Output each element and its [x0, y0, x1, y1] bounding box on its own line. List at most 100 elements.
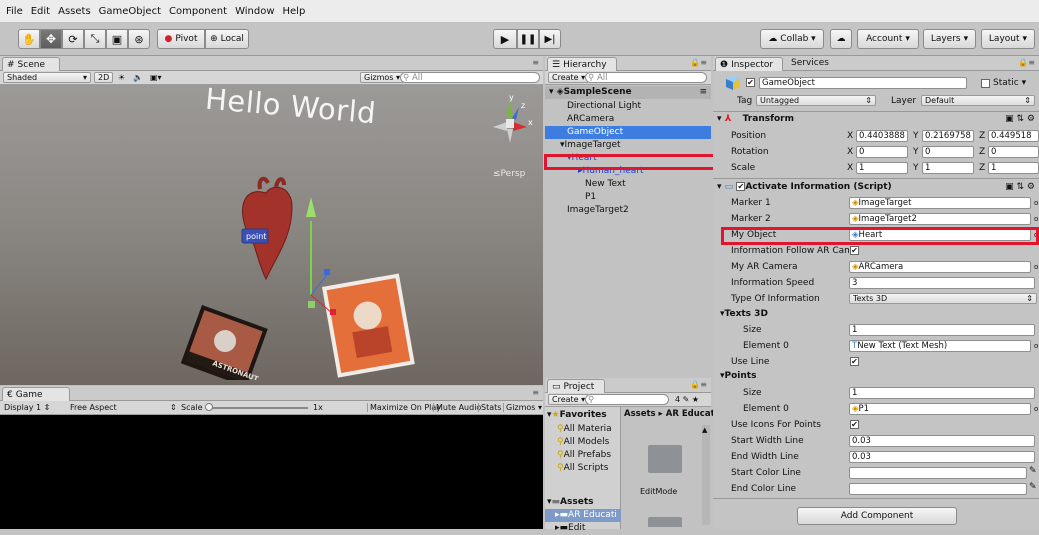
position-y-input[interactable]: 0.2169758 [922, 130, 974, 142]
object-picker-icon[interactable]: o [1034, 263, 1038, 271]
scale-slider-thumb[interactable] [205, 403, 213, 411]
menu-file[interactable]: File [6, 6, 23, 17]
rotate-tool-button[interactable]: ⟳ [62, 29, 84, 49]
layers-dropdown[interactable]: Layers ▾ [923, 29, 976, 49]
hierarchy-item[interactable]: ImageTarget2 [545, 204, 629, 217]
texts3d-header[interactable]: ▾Texts 3D [720, 309, 768, 319]
follow-camera-checkbox[interactable]: ✔ [850, 246, 859, 255]
image-effects-icon[interactable]: ▣▾ [150, 73, 162, 82]
project-scrollbar[interactable]: ▲ [702, 425, 710, 525]
scale-y-input[interactable]: 1 [922, 162, 974, 174]
scale-z-input[interactable]: 1 [988, 162, 1039, 174]
play-button[interactable]: ▶ [493, 29, 517, 49]
perspective-label[interactable]: ≤Persp [493, 169, 525, 179]
position-z-input[interactable]: 0.449518 [988, 130, 1039, 142]
tag-dropdown[interactable]: Untagged ⇕ [756, 95, 876, 106]
info-speed-input[interactable]: 3 [849, 277, 1035, 289]
tab-scene[interactable]: # Scene [2, 57, 60, 71]
points-element0-field[interactable]: ◈P1 [849, 403, 1031, 415]
project-search-input[interactable]: ⚲ [585, 394, 669, 405]
scale-x-input[interactable]: 1 [856, 162, 908, 174]
hierarchy-item[interactable]: Directional Light [545, 100, 641, 113]
menu-edit[interactable]: Edit [31, 6, 50, 17]
game-view[interactable] [0, 415, 543, 529]
tab-game[interactable]: € Game [2, 387, 70, 401]
transform-tool-button[interactable]: ⊛ [128, 29, 150, 49]
scene-orientation-gizmo[interactable]: y x z [485, 93, 535, 153]
account-dropdown[interactable]: Account ▾ [857, 29, 919, 49]
eyedropper-icon[interactable]: ✎ [1029, 466, 1037, 476]
menu-assets[interactable]: Assets [58, 6, 91, 17]
ar-camera-field[interactable]: ◈ARCamera [849, 261, 1031, 273]
favorite-item[interactable]: ⚲All Materia [545, 423, 612, 436]
hierarchy-create-dropdown[interactable]: Create ▾ [548, 72, 590, 83]
hierarchy-item-heart[interactable]: ▾Heart [545, 152, 597, 165]
tab-hierarchy[interactable]: ☰ Hierarchy [547, 57, 617, 71]
script-component-header[interactable]: ▾ ▭ ✔Activate Information (Script) [717, 182, 892, 192]
local-button[interactable]: ⊕ Local [205, 29, 249, 49]
favorite-item[interactable]: ⚲All Scripts [545, 462, 608, 475]
gizmos-dropdown[interactable]: Gizmos ▾ [360, 72, 405, 83]
scene-menu-icon[interactable]: ≡ [699, 86, 707, 99]
texts-element0-field[interactable]: TNew Text (Text Mesh) [849, 340, 1031, 352]
rotation-y-input[interactable]: 0 [922, 146, 974, 158]
object-name-input[interactable]: GameObject [759, 77, 967, 89]
rotation-x-input[interactable]: 0 [856, 146, 908, 158]
menu-help[interactable]: Help [283, 6, 306, 17]
aspect-dropdown[interactable]: Free Aspect [70, 403, 117, 412]
hierarchy-item[interactable]: ARCamera [545, 113, 614, 126]
use-line-checkbox[interactable]: ✔ [850, 357, 859, 366]
game-gizmos-dropdown[interactable]: Gizmos ▾ [503, 403, 542, 412]
move-handle-y[interactable] [306, 197, 316, 217]
points-size-input[interactable]: 1 [849, 387, 1035, 399]
rotation-z-input[interactable]: 0 [988, 146, 1039, 158]
menu-gameobject[interactable]: GameObject [99, 6, 161, 17]
script-enabled-checkbox[interactable]: ✔ [736, 182, 746, 191]
layout-dropdown[interactable]: Layout ▾ [981, 29, 1035, 49]
move-tool-button[interactable]: ✥ [40, 29, 62, 49]
start-color-swatch[interactable] [849, 467, 1027, 479]
menu-icon[interactable]: ≡ [532, 58, 539, 67]
hierarchy-item[interactable]: New Text [545, 178, 626, 191]
use-icons-checkbox[interactable]: ✔ [850, 420, 859, 429]
start-width-input[interactable]: 0.03 [849, 435, 1035, 447]
end-width-input[interactable]: 0.03 [849, 451, 1035, 463]
favorite-item[interactable]: ⚲All Models [545, 436, 609, 449]
my-object-field[interactable]: ◈Heart [849, 229, 1031, 241]
object-picker-icon[interactable]: o [1034, 199, 1038, 207]
object-picker-icon[interactable]: o [1034, 231, 1038, 239]
scene-root-row[interactable]: ▾ ◈SampleScene ≡ [545, 86, 711, 99]
display-dropdown[interactable]: Display 1 ⇕ [4, 403, 50, 412]
collab-button[interactable]: ☁ Collab ▾ [760, 29, 824, 49]
component-settings-icon[interactable]: ▣ ⇅ ⚙ [1005, 182, 1035, 192]
object-picker-icon[interactable]: o [1034, 215, 1038, 223]
hierarchy-item[interactable]: ▸Human_heart [545, 165, 643, 178]
mute-audio-toggle[interactable]: Mute Audio [433, 403, 481, 412]
project-create-dropdown[interactable]: Create ▾ [548, 394, 590, 405]
scale-tool-button[interactable]: ⤡ [84, 29, 106, 49]
hierarchy-search-input[interactable]: ⚲ All [585, 72, 707, 83]
transform-header[interactable]: ▾ ⅄ Transform [717, 114, 794, 124]
lock-icon[interactable]: 🔒≡ [690, 58, 707, 67]
object-picker-icon[interactable]: o [1034, 342, 1038, 350]
marker1-field[interactable]: ◈ImageTarget [849, 197, 1031, 209]
2d-toggle[interactable]: 2D [94, 72, 114, 83]
shading-mode-dropdown[interactable]: Shaded ▾ [3, 72, 91, 83]
pivot-button[interactable]: ● Pivot [157, 29, 205, 49]
folder-icon[interactable] [648, 445, 682, 473]
favorites-row[interactable]: ▾★Favorites [545, 409, 607, 422]
position-x-input[interactable]: 0.4403888 [856, 130, 908, 142]
lock-icon[interactable]: 🔒≡ [1018, 58, 1035, 67]
asset-folder-item[interactable]: ▸▬AR Educati [545, 509, 621, 522]
step-button[interactable]: ▶| [539, 29, 561, 49]
rect-tool-button[interactable]: ▣ [106, 29, 128, 49]
points-header[interactable]: ▾Points [720, 371, 756, 381]
menu-component[interactable]: Component [169, 6, 227, 17]
object-picker-icon[interactable]: o [1034, 405, 1038, 413]
folder-icon[interactable] [648, 517, 682, 527]
tab-services[interactable]: Services [791, 58, 829, 68]
layer-dropdown[interactable]: Default ⇕ [921, 95, 1035, 106]
menu-icon[interactable]: ≡ [532, 388, 539, 397]
tab-project[interactable]: ▭ Project [547, 379, 605, 393]
hierarchy-item[interactable]: ▾ImageTarget [545, 139, 621, 152]
